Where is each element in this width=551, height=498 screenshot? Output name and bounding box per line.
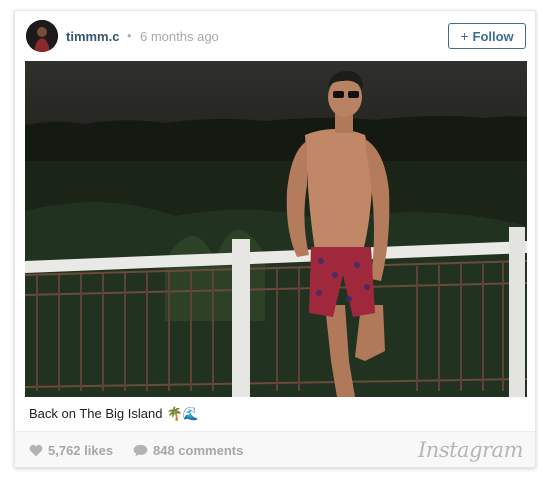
instagram-logo[interactable]: Instagram	[418, 438, 523, 462]
follow-button[interactable]: + Follow	[448, 23, 526, 49]
caption-text: Back on The Big Island	[29, 406, 163, 421]
comments-count[interactable]: 848 comments	[133, 443, 243, 458]
caption-emoji: 🌴🌊	[166, 406, 199, 421]
comments-label: 848 comments	[153, 443, 244, 458]
username-link[interactable]: timmm.c	[66, 29, 119, 44]
likes-label: 5,762 likes	[48, 443, 114, 458]
post-timestamp[interactable]: 6 months ago	[140, 29, 219, 44]
likes-count[interactable]: 5,762 likes	[29, 443, 113, 458]
post-caption: Back on The Big Island 🌴🌊	[29, 406, 199, 422]
post-photo[interactable]	[25, 61, 527, 397]
follow-label: Follow	[472, 28, 514, 44]
avatar[interactable]	[26, 20, 58, 52]
post-header: timmm.c • 6 months ago + Follow	[15, 11, 535, 61]
separator-dot: •	[127, 28, 132, 43]
plus-icon: +	[460, 28, 469, 44]
post-footer: 5,762 likes 848 comments Instagram	[15, 431, 535, 467]
instagram-embed-card: timmm.c • 6 months ago + Follow Back on …	[14, 10, 536, 468]
comment-bubble-icon	[133, 444, 148, 457]
heart-icon	[29, 444, 43, 457]
